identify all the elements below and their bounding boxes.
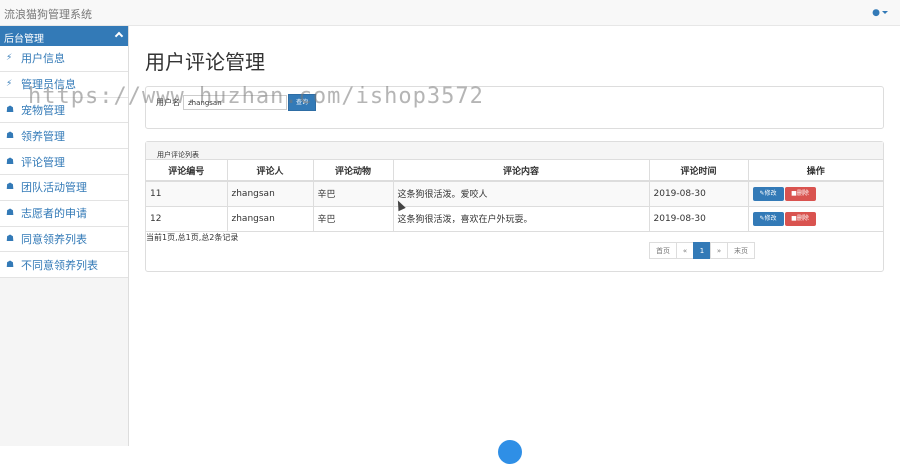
comment-animal: 辛巴 [313, 181, 394, 207]
pager-last[interactable]: 末页 [727, 242, 755, 259]
sidebar-item-label: 团队活动管理 [21, 181, 87, 195]
column-header: 操作 [748, 160, 883, 182]
comment-user: zhangsan [227, 206, 314, 232]
pagination: 首页 « 1 » 末页 [649, 242, 755, 259]
sidebar-item-adoption-management[interactable]: ☗ 领养管理 [0, 123, 128, 150]
comment-time: 2019-08-30 [649, 206, 749, 232]
top-navbar: 流浪猫狗管理系统 ● [0, 0, 900, 26]
sitemap-icon: ☗ [6, 104, 15, 115]
watermark: https://www.huzhan.com/ishop3572 [28, 84, 484, 109]
pager-current-page[interactable]: 1 [693, 242, 711, 259]
sidebar-item-rejected-adoptions[interactable]: ☗ 不同意领养列表 [0, 252, 128, 279]
sidebar-item-label: 志愿者的申请 [21, 207, 87, 221]
comment-user: zhangsan [227, 181, 314, 207]
delete-button[interactable]: ■删除 [784, 211, 816, 226]
comment-content: 这条狗很活泼，喜欢在户外玩耍。 [393, 206, 650, 232]
floating-button[interactable] [498, 440, 522, 464]
column-header: 评论人 [227, 160, 314, 182]
comment-id: 12 [146, 206, 228, 232]
sidebar-item-label: 用户信息 [21, 52, 65, 66]
chevron-up-icon [114, 31, 124, 41]
pager-next[interactable]: » [710, 242, 728, 259]
page-info: 当前1页,总1页,总2条记录 [146, 233, 239, 242]
delete-label: 删除 [796, 189, 809, 197]
app-title[interactable]: 流浪猫狗管理系统 [4, 6, 92, 22]
user-menu[interactable]: ● [872, 8, 888, 18]
delete-button[interactable]: ■删除 [784, 186, 816, 201]
sidebar-item-approved-adoptions[interactable]: ☗ 同意领养列表 [0, 226, 128, 253]
edit-button[interactable]: ✎修改 [752, 186, 784, 201]
sidebar-header[interactable]: 后台管理 [0, 26, 128, 46]
edit-label: 修改 [764, 189, 777, 197]
edit-label: 修改 [764, 214, 777, 222]
list-heading: 用户评论列表 [146, 142, 883, 160]
column-header: 评论时间 [649, 160, 749, 182]
comment-content: 这条狗很活泼。爱咬人 [393, 181, 650, 207]
sidebar-item-label: 评论管理 [21, 155, 65, 169]
comment-id: 11 [146, 181, 228, 207]
sidebar-item-volunteer-application[interactable]: ☗ 志愿者的申请 [0, 200, 128, 227]
column-header: 评论动物 [313, 160, 394, 182]
sidebar-header-label: 后台管理 [4, 34, 44, 45]
user-icon: ● [872, 8, 880, 18]
comment-time: 2019-08-30 [649, 181, 749, 207]
page-title: 用户评论管理 [145, 50, 265, 74]
sitemap-icon: ☗ [6, 130, 15, 141]
caret-down-icon [882, 11, 888, 14]
sidebar-item-team-activity[interactable]: ☗ 团队活动管理 [0, 174, 128, 201]
sitemap-icon: ☗ [6, 233, 15, 244]
row-actions: ✎修改 ■删除 [748, 206, 883, 232]
table-row: 12 zhangsan 辛巴 这条狗很活泼，喜欢在户外玩耍。 2019-08-3… [146, 206, 883, 232]
sitemap-icon: ☗ [6, 182, 15, 193]
delete-label: 删除 [796, 214, 809, 222]
edit-button[interactable]: ✎修改 [752, 211, 784, 226]
sitemap-icon: ☗ [6, 259, 15, 270]
pager-prev[interactable]: « [676, 242, 694, 259]
sitemap-icon: ☗ [6, 208, 15, 219]
column-header: 评论编号 [146, 160, 228, 182]
pager-first[interactable]: 首页 [649, 242, 677, 259]
sitemap-icon: ☗ [6, 156, 15, 167]
comment-list-panel: 用户评论列表 评论编号 评论人 评论动物 评论内容 评论时间 操作 11 zha… [145, 141, 884, 272]
sidebar-item-user-info[interactable]: ⚡ 用户信息 [0, 46, 128, 72]
comment-animal: 辛巴 [313, 206, 394, 232]
sidebar-item-label: 领养管理 [21, 129, 65, 143]
column-header: 评论内容 [393, 160, 650, 182]
sidebar-item-label: 同意领养列表 [21, 232, 87, 246]
sidebar-item-comment-management[interactable]: ☗ 评论管理 [0, 149, 128, 175]
table-row: 11 zhangsan 辛巴 这条狗很活泼。爱咬人 2019-08-30 ✎修改… [146, 181, 883, 207]
sidebar-item-label: 不同意领养列表 [21, 258, 98, 272]
bolt-icon: ⚡ [6, 79, 13, 90]
comment-table: 评论编号 评论人 评论动物 评论内容 评论时间 操作 11 zhangsan 辛… [146, 160, 883, 232]
bolt-icon: ⚡ [6, 53, 13, 64]
row-actions: ✎修改 ■删除 [748, 181, 883, 207]
